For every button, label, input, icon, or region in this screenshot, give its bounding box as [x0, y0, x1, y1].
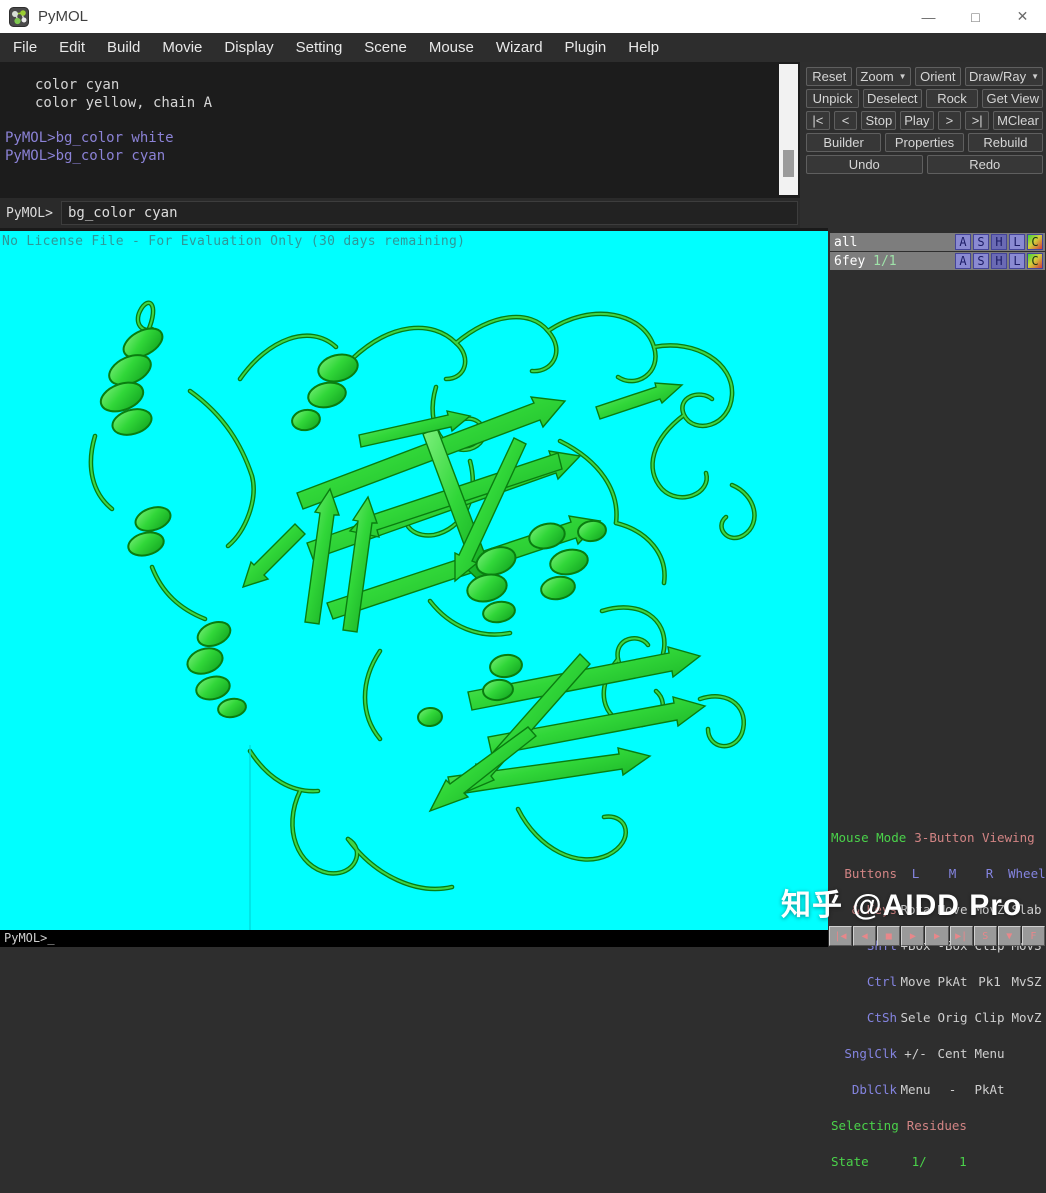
vcr-rewind-button[interactable]: |◀ — [829, 926, 852, 946]
vcr-play-button[interactable]: ▶ — [901, 926, 924, 946]
vcr-stop-button[interactable]: ■ — [877, 926, 900, 946]
object-list: all A S H L C 6fey 1/1 A S H L C — [830, 233, 1045, 271]
console-scrollbar-thumb[interactable] — [783, 150, 794, 177]
menu-plugin[interactable]: Plugin — [554, 33, 618, 62]
window-title: PyMOL — [38, 8, 88, 25]
console-log: color cyan color yellow, chain A PyMOL>b… — [0, 62, 800, 198]
pymol-app-icon — [9, 7, 29, 27]
color-menu-button[interactable]: C — [1027, 253, 1043, 269]
rock-button[interactable]: Rock — [926, 89, 979, 108]
properties-button[interactable]: Properties — [885, 133, 964, 152]
get-view-button[interactable]: Get View — [982, 89, 1043, 108]
show-menu-button[interactable]: S — [973, 234, 989, 250]
movie-first-button[interactable]: |< — [806, 111, 830, 130]
menu-movie[interactable]: Movie — [151, 33, 213, 62]
object-name[interactable]: all — [830, 235, 955, 250]
menu-help[interactable]: Help — [617, 33, 670, 62]
reset-button[interactable]: Reset — [806, 67, 852, 86]
3d-viewport[interactable]: No License File - For Evaluation Only (3… — [0, 228, 828, 933]
command-row: PyMOL> — [0, 198, 800, 228]
menu-display[interactable]: Display — [213, 33, 284, 62]
action-menu-button[interactable]: A — [955, 253, 971, 269]
vcr-end-button[interactable]: ▶| — [950, 926, 973, 946]
vcr-scene-button[interactable]: S — [974, 926, 997, 946]
menu-edit[interactable]: Edit — [48, 33, 96, 62]
menu-scene[interactable]: Scene — [353, 33, 418, 62]
mouse-buttons-header: ButtonsLMRWheel — [831, 868, 1045, 880]
maximize-button[interactable]: □ — [952, 0, 999, 33]
dropdown-arrow-icon: ▼ — [1031, 73, 1039, 81]
builder-button[interactable]: Builder — [806, 133, 881, 152]
command-prompt-label: PyMOL> — [6, 206, 53, 221]
movie-stop-button[interactable]: Stop — [861, 111, 896, 130]
title-bar: PyMOL — □ ✕ — [0, 0, 1046, 33]
console-feedback-line: color cyan — [0, 76, 800, 94]
hide-menu-button[interactable]: H — [991, 253, 1007, 269]
draw-ray-dropdown-button[interactable]: Draw/Ray▼ — [965, 67, 1043, 86]
vcr-back-button[interactable]: ◀ — [853, 926, 876, 946]
menu-wizard[interactable]: Wizard — [485, 33, 554, 62]
action-menu-button[interactable]: A — [955, 234, 971, 250]
movie-last-button[interactable]: >| — [965, 111, 989, 130]
command-input[interactable] — [61, 201, 798, 225]
menu-file[interactable]: File — [2, 33, 48, 62]
movie-prev-button[interactable]: < — [834, 111, 858, 130]
object-state: 1/1 — [873, 254, 896, 269]
menu-bar: File Edit Build Movie Display Setting Sc… — [0, 33, 1046, 62]
close-button[interactable]: ✕ — [999, 0, 1046, 33]
internal-gui-panel: all A S H L C 6fey 1/1 A S H L C Mouse M… — [828, 228, 1046, 947]
mouse-binding-row: CtShSeleOrigClipMovZ — [831, 1012, 1045, 1024]
menu-mouse[interactable]: Mouse — [418, 33, 485, 62]
hide-menu-button[interactable]: H — [991, 234, 1007, 250]
show-menu-button[interactable]: S — [973, 253, 989, 269]
label-menu-button[interactable]: L — [1009, 253, 1025, 269]
menu-setting[interactable]: Setting — [285, 33, 354, 62]
mouse-binding-row: DblClkMenu-PkAt — [831, 1084, 1045, 1096]
prompt-cursor: _ — [47, 931, 54, 945]
console-scrollbar[interactable] — [779, 64, 798, 195]
vcr-menu-button[interactable]: ▼ — [998, 926, 1021, 946]
alpha-helices — [97, 323, 607, 727]
rebuild-button[interactable]: Rebuild — [968, 133, 1043, 152]
object-row-6fey: 6fey 1/1 A S H L C — [830, 252, 1045, 270]
selecting-mode-toggle[interactable]: SelectingResidues — [831, 1120, 1045, 1132]
label-menu-button[interactable]: L — [1009, 234, 1025, 250]
window-controls: — □ ✕ — [905, 0, 1046, 33]
mouse-binding-row: SnglClk+/-CentMenu — [831, 1048, 1045, 1060]
vcr-forward-button[interactable]: ▶ — [925, 926, 948, 946]
zhihu-watermark: 知乎 @AIDD Pro — [781, 880, 1022, 924]
mouse-mode-toggle[interactable]: Mouse Mode3-Button Viewing — [831, 832, 1045, 844]
object-name[interactable]: 6fey 1/1 — [830, 254, 955, 269]
console-blank-line — [0, 112, 800, 129]
mouse-mode-panel: Mouse Mode3-Button Viewing ButtonsLMRWhe… — [831, 808, 1045, 1192]
console-command-line: PyMOL>bg_color white — [0, 129, 800, 147]
opengl-prompt-bar[interactable]: PyMOL>_ — [0, 930, 828, 947]
dropdown-arrow-icon: ▼ — [899, 73, 907, 81]
zoom-dropdown-button[interactable]: Zoom▼ — [856, 67, 910, 86]
redo-button[interactable]: Redo — [927, 155, 1044, 174]
mouse-binding-row: CtrlMovePkAtPk1MvSZ — [831, 976, 1045, 988]
color-menu-button[interactable]: C — [1027, 234, 1043, 250]
orient-button[interactable]: Orient — [915, 67, 961, 86]
control-panel: Reset Zoom▼ Orient Draw/Ray▼ Unpick Dese… — [800, 62, 1046, 228]
deselect-button[interactable]: Deselect — [863, 89, 922, 108]
object-row-all: all A S H L C — [830, 233, 1045, 251]
undo-button[interactable]: Undo — [806, 155, 923, 174]
console-feedback-line: color yellow, chain A — [0, 94, 800, 112]
movie-vcr-controls: |◀ ◀ ■ ▶ ▶ ▶| S ▼ F — [829, 926, 1045, 946]
movie-next-button[interactable]: > — [938, 111, 962, 130]
menu-build[interactable]: Build — [96, 33, 151, 62]
minimize-button[interactable]: — — [905, 0, 952, 33]
molecule-6fey-cartoon[interactable] — [0, 231, 828, 933]
state-indicator: State1/1 — [831, 1156, 1045, 1168]
vcr-fullscreen-button[interactable]: F — [1022, 926, 1045, 946]
unpick-button[interactable]: Unpick — [806, 89, 859, 108]
console-command-line: PyMOL>bg_color cyan — [0, 147, 800, 165]
mclear-button[interactable]: MClear — [993, 111, 1043, 130]
movie-play-button[interactable]: Play — [900, 111, 933, 130]
viewport-artifact-line — [249, 745, 251, 933]
